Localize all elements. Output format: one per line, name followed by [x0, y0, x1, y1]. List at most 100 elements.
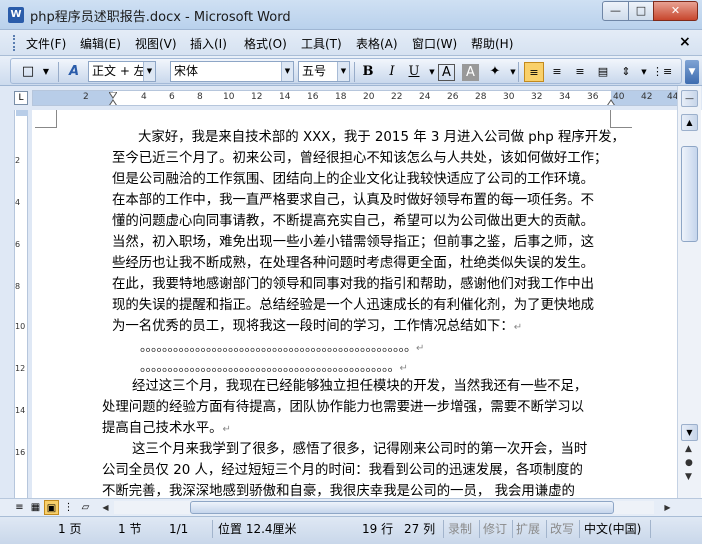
toolbar-options-icon[interactable]: ▼: [685, 60, 699, 84]
status-divider: [512, 520, 513, 538]
text-line: 这三个月来我学到了很多，感悟了很多，记得刚来公司时的第一次开会，当时: [132, 442, 588, 457]
split-handle-icon[interactable]: ―: [681, 90, 698, 107]
window-title: php程序员述职报告.docx - Microsoft Word: [30, 10, 291, 25]
status-track-changes[interactable]: 修订: [483, 520, 507, 538]
close-button[interactable]: ✕: [653, 1, 698, 21]
menu-grip-icon[interactable]: [13, 35, 16, 51]
size-value: 五号: [302, 64, 327, 78]
document-close-icon[interactable]: ×: [679, 34, 691, 50]
ruler-number: 22: [391, 92, 403, 102]
toolbar-separator: [354, 62, 355, 82]
ruler-number: 8: [197, 92, 203, 102]
menu-table[interactable]: 表格(A): [356, 35, 398, 52]
menu-edit[interactable]: 编辑(E): [80, 35, 121, 52]
justify-button[interactable]: ▤: [593, 62, 613, 82]
status-record[interactable]: 录制: [448, 520, 472, 538]
chevron-down-icon[interactable]: ▼: [143, 62, 155, 81]
menu-window[interactable]: 窗口(W): [412, 35, 457, 52]
align-center-button[interactable]: ≡: [547, 62, 567, 82]
scroll-down-icon[interactable]: ▼: [681, 424, 698, 441]
chevron-down-icon[interactable]: ▼: [634, 62, 654, 82]
select-browse-object-icon[interactable]: ●: [685, 458, 693, 468]
ruler-number: 32: [531, 92, 543, 102]
minimize-button[interactable]: —: [602, 1, 629, 21]
menu-help[interactable]: 帮助(H): [471, 35, 513, 52]
word-icon: W: [8, 7, 24, 23]
underline-button[interactable]: U: [404, 62, 424, 82]
styles-icon[interactable]: A: [64, 62, 84, 82]
bold-button[interactable]: B: [358, 62, 378, 82]
size-combo[interactable]: 五号 ▼: [298, 61, 350, 82]
paragraph-intro: 大家好，我是来自技术部的 XXX，我于 2015 年 3 月进入公司做 php …: [112, 127, 625, 338]
status-extend[interactable]: 扩展: [516, 520, 540, 538]
ruler-number: 26: [447, 92, 459, 102]
reading-layout-icon[interactable]: ▱: [78, 500, 93, 515]
align-right-button[interactable]: ≡: [570, 62, 590, 82]
tab-selector[interactable]: L: [14, 91, 28, 105]
normal-view-icon[interactable]: ≡: [12, 500, 27, 515]
character-shading-button[interactable]: A: [462, 64, 479, 81]
menu-file[interactable]: 文件(F): [26, 35, 66, 52]
first-line-indent-marker[interactable]: [109, 92, 117, 106]
status-language[interactable]: 中文(中国): [584, 520, 641, 538]
title-bar: W php程序员述职报告.docx - Microsoft Word — □ ✕: [0, 0, 702, 30]
ruler-number: 24: [419, 92, 431, 102]
ruler-number: 2: [83, 92, 89, 102]
numbering-icon[interactable]: ⋮≡: [652, 62, 672, 82]
status-divider: [650, 520, 651, 538]
ruler-number: 12: [251, 92, 263, 102]
chevron-down-icon[interactable]: ▼: [337, 62, 349, 81]
chevron-down-icon[interactable]: ▼: [281, 62, 293, 81]
format-painter-icon[interactable]: ✦: [485, 62, 505, 82]
scroll-right-icon[interactable]: ▶: [660, 500, 675, 515]
web-layout-icon[interactable]: ▦: [28, 500, 43, 515]
status-overtype[interactable]: 改写: [550, 520, 574, 538]
chevron-down-icon[interactable]: ▼: [503, 62, 523, 82]
horizontal-ruler[interactable]: 2 4 6 8 10 12 14 16 18 20 22 24 26 28 30…: [32, 90, 678, 106]
text-line: 现的失误的提醒和指正。总结经验是一个人迅速成长的有利催化剂，为了更快地成: [112, 298, 595, 313]
ruler-number: 20: [363, 92, 375, 102]
paragraph-mark: ↵: [416, 343, 424, 354]
paragraph-mark: ↵: [399, 363, 408, 374]
align-left-button[interactable]: ≡: [524, 62, 544, 82]
document-area[interactable]: 大家好，我是来自技术部的 XXX，我于 2015 年 3 月进入公司做 php …: [32, 110, 677, 498]
ruler-number: 12: [15, 364, 26, 373]
maximize-button[interactable]: □: [628, 1, 654, 21]
italic-button[interactable]: I: [382, 62, 402, 82]
character-border-button[interactable]: A: [438, 64, 455, 81]
paragraph-mark: ↵: [513, 322, 523, 333]
style-combo[interactable]: 正文 + 左侧 ▼: [88, 61, 156, 82]
scroll-up-icon[interactable]: ▲: [681, 114, 698, 131]
status-divider: [443, 520, 444, 538]
status-divider: [546, 520, 547, 538]
text-line: 提高自己技术水平。: [102, 421, 223, 436]
toolbar-dropdown-icon[interactable]: ▼: [36, 62, 56, 82]
scroll-thumb[interactable]: [681, 146, 698, 242]
top-margin-area: [16, 110, 28, 116]
vertical-ruler[interactable]: 2 4 6 8 10 12 14 16: [0, 110, 32, 498]
menu-view[interactable]: 视图(V): [135, 35, 177, 52]
menu-tools[interactable]: 工具(T): [301, 35, 342, 52]
previous-page-icon[interactable]: ▲: [685, 444, 692, 454]
scroll-left-icon[interactable]: ◀: [98, 500, 113, 515]
dot-leader: 。。。。。。。。。。。。。。。。。。。。。。。。。。。。。。。。。。。。。。。。…: [140, 362, 401, 375]
ruler-number: 2: [15, 156, 21, 165]
new-document-icon[interactable]: □: [18, 62, 38, 82]
right-indent-marker[interactable]: [607, 92, 615, 106]
menu-insert[interactable]: 插入(I): [190, 35, 227, 52]
text-line: 但是公司融洽的工作氛围、团结向上的企业文化让我较快适应了公司的工作环境。: [112, 172, 595, 187]
crop-mark: [610, 110, 632, 128]
ruler-number: 8: [15, 282, 21, 291]
outline-view-icon[interactable]: ⋮: [61, 500, 76, 515]
menu-format[interactable]: 格式(O): [244, 35, 287, 52]
horizontal-scroll-thumb[interactable]: [190, 501, 614, 514]
font-combo[interactable]: 宋体 ▼: [170, 61, 294, 82]
print-layout-icon[interactable]: ▣: [44, 500, 59, 515]
next-page-icon[interactable]: ▼: [685, 472, 692, 482]
text-line: 在本部的工作中，我一直严格要求自己，认真及时做好领导布置的每一项任务。不: [112, 193, 595, 208]
dot-line: 。。。。。。。。。。。。。。。。。。。。。。。。。。。。。。。。。。。。。。。。…: [140, 342, 612, 355]
vertical-scrollbar[interactable]: ― ▲ ▼ ▲ ● ▼: [677, 86, 701, 498]
line-spacing-icon[interactable]: ⇕: [616, 62, 636, 82]
toolbar-separator: [518, 62, 519, 82]
text-line: 经过这三个月，我现在已经能够独立担任模块的开发，当然我还有一些不足，: [132, 379, 588, 394]
